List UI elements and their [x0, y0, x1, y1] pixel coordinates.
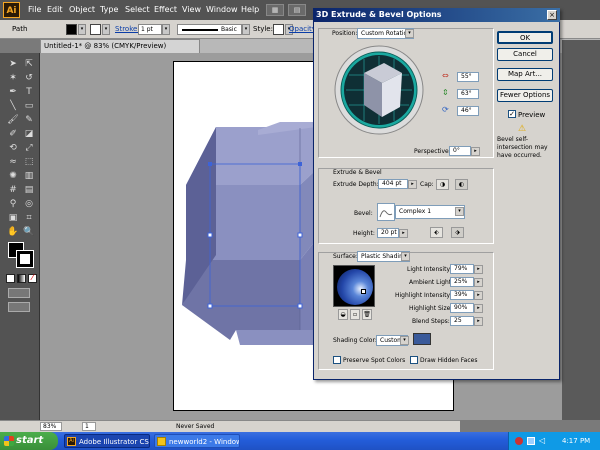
- rotate-y-field[interactable]: 63°: [457, 89, 479, 99]
- status-bar: [0, 420, 460, 432]
- save-status: Never Saved: [176, 423, 215, 430]
- rotate-z-axis-icon: ⟳: [442, 105, 449, 114]
- shading-color-dropdown-icon[interactable]: ▾: [400, 336, 409, 345]
- light-intensity-slider-icon[interactable]: ▸: [474, 265, 483, 274]
- highlight-intensity-field[interactable]: 39%: [450, 290, 474, 300]
- ambient-light-label: Ambient Light:: [409, 279, 454, 286]
- height-field[interactable]: 20 pt: [377, 228, 399, 238]
- taskbar-clock: 4:17 PM: [562, 437, 591, 445]
- illustrator-task-icon: Ai: [67, 437, 76, 446]
- highlight-size-slider-icon[interactable]: ▸: [474, 304, 483, 313]
- map-art-button[interactable]: Map Art...: [497, 68, 553, 81]
- height-label: Height:: [353, 230, 375, 237]
- tray-volume-icon[interactable]: ◁: [539, 437, 547, 445]
- draw-hidden-faces-label: Draw Hidden Faces: [420, 357, 478, 364]
- ambient-light-field[interactable]: 25%: [450, 277, 474, 287]
- height-dropdown-icon[interactable]: ▸: [399, 229, 408, 238]
- cap-on-icon[interactable]: ◑: [436, 179, 449, 190]
- warning-icon: ⚠: [518, 124, 527, 134]
- ambient-light-slider-icon[interactable]: ▸: [474, 278, 483, 287]
- highlight-size-label: Highlight Size:: [409, 305, 453, 312]
- perspective-dropdown-icon[interactable]: ▸: [471, 147, 480, 156]
- rotation-trackball[interactable]: [334, 45, 424, 135]
- page-field[interactable]: 1: [82, 422, 96, 431]
- lighting-sphere-preview[interactable]: [333, 265, 375, 307]
- bevel-extent-in-icon[interactable]: ⬗: [451, 227, 464, 238]
- dialog-close-icon[interactable]: ×: [547, 10, 557, 20]
- perspective-label: Perspective:: [414, 148, 451, 155]
- bevel-dropdown-icon[interactable]: ▾: [455, 207, 464, 216]
- extrude-depth-field[interactable]: 404 pt: [378, 179, 408, 189]
- extrude-section-label: Extrude & Bevel: [333, 169, 382, 176]
- position-dropdown-icon[interactable]: ▾: [405, 29, 414, 38]
- bevel-preview-icon: [377, 203, 395, 221]
- zoom-field[interactable]: 83%: [40, 422, 62, 431]
- shape-lower-front: [236, 330, 316, 345]
- cap-off-icon[interactable]: ◐: [455, 179, 468, 190]
- rotate-z-field[interactable]: 46°: [457, 106, 479, 116]
- bevel-extent-out-icon[interactable]: ⬖: [430, 227, 443, 238]
- cap-label: Cap:: [420, 181, 434, 188]
- rotate-y-axis-icon: ⇕: [442, 88, 449, 97]
- highlight-intensity-label: Highlight Intensity:: [395, 292, 452, 299]
- shading-color-label: Shading Color:: [333, 337, 377, 344]
- folder-task-icon: [157, 437, 166, 446]
- windows-logo-icon: [4, 436, 14, 446]
- surface-dropdown-icon[interactable]: ▾: [401, 252, 410, 261]
- ok-button[interactable]: OK: [497, 31, 553, 44]
- taskbar-item-explorer[interactable]: newworld2 - Window...: [154, 434, 240, 448]
- highlight-intensity-slider-icon[interactable]: ▸: [474, 291, 483, 300]
- preview-checkbox[interactable]: ✓: [508, 110, 516, 118]
- rotate-x-axis-icon: ⇔: [442, 71, 449, 80]
- delete-light-icon[interactable]: 🗑: [362, 309, 372, 320]
- tray-security-icon[interactable]: [515, 437, 523, 445]
- light-source-handle[interactable]: [361, 289, 366, 294]
- new-light-icon[interactable]: ▫: [350, 309, 360, 320]
- dialog-title: 3D Extrude & Bevel Options: [313, 8, 560, 22]
- preserve-spot-colors-label: Preserve Spot Colors: [343, 357, 406, 364]
- taskbar-item-illustrator[interactable]: Adobe Illustrator CS4...: [64, 434, 150, 448]
- blend-steps-slider-icon[interactable]: ▸: [474, 317, 483, 326]
- rotate-x-field[interactable]: 55°: [457, 72, 479, 82]
- blend-steps-label: Blend Steps:: [412, 318, 450, 325]
- move-light-back-icon[interactable]: ◒: [338, 309, 348, 320]
- warning-message: Bevel self-intersection may have occurre…: [497, 136, 548, 159]
- preview-label: Preview: [518, 111, 546, 119]
- lighting-sphere: [337, 269, 373, 305]
- perspective-field[interactable]: 0°: [449, 146, 471, 156]
- position-label: Position:: [332, 30, 358, 37]
- draw-hidden-faces-checkbox[interactable]: [410, 356, 418, 364]
- shading-color-swatch[interactable]: [413, 333, 431, 345]
- surface-label: Surface:: [333, 253, 358, 260]
- cancel-button[interactable]: Cancel: [497, 48, 553, 61]
- extrude-depth-dropdown-icon[interactable]: ▸: [408, 180, 417, 189]
- light-intensity-label: Light Intensity:: [407, 266, 452, 273]
- blend-steps-field[interactable]: 25: [450, 316, 474, 326]
- tray-network-icon[interactable]: [527, 437, 535, 445]
- light-intensity-field[interactable]: 79%: [450, 264, 474, 274]
- preserve-spot-colors-checkbox[interactable]: [333, 356, 341, 364]
- extrude-depth-label: Extrude Depth:: [333, 181, 379, 188]
- fewer-options-button[interactable]: Fewer Options: [497, 89, 553, 102]
- bevel-label: Bevel:: [354, 210, 373, 217]
- highlight-size-field[interactable]: 90%: [450, 303, 474, 313]
